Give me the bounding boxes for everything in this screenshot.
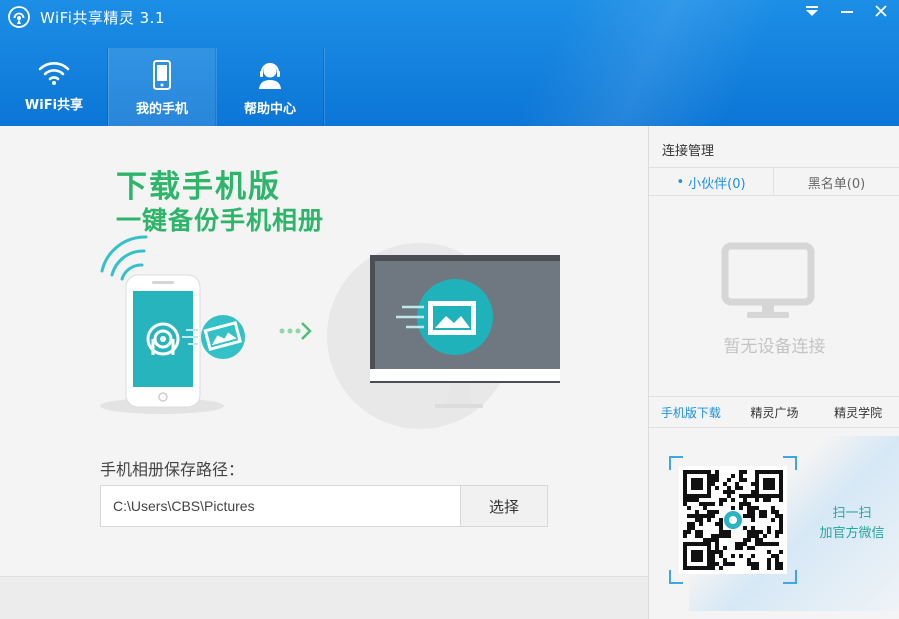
nav-label-my-phone: 我的手机	[135, 102, 188, 117]
connection-panel: 连接管理 小伙伴(0) 黑名单(0) 暂无设备连接 手机版下载 精灵广场 精灵学…	[648, 126, 899, 619]
phone-illustration	[125, 274, 201, 408]
promo-title: 下载手机版	[116, 169, 281, 205]
qr-caption-line2: 加官方微信	[819, 526, 885, 541]
nav-item-my-phone[interactable]: 我的手机	[108, 48, 216, 126]
nav-label-wifi-share: WiFi共享	[24, 98, 84, 113]
support-agent-icon	[259, 63, 281, 89]
main-nav: WiFi共享 我的手机 帮助中心	[0, 48, 324, 126]
app-title: WiFi共享精灵 3.1	[40, 9, 165, 27]
save-path-label: 手机相册保存路径：	[100, 460, 245, 479]
nav-separator	[323, 48, 324, 126]
link-mobile-download[interactable]: 手机版下载	[649, 397, 733, 427]
close-icon	[875, 5, 887, 17]
qr-code-frame	[669, 456, 797, 584]
select-folder-button[interactable]: 选择	[460, 485, 548, 527]
side-links: 手机版下载 精灵广场 精灵学院	[649, 396, 899, 428]
minimize-icon	[841, 11, 853, 13]
save-path-input[interactable]: C:\Users\CBS\Pictures	[100, 485, 461, 527]
phone-icon	[153, 60, 171, 90]
tab-blacklist[interactable]: 黑名单(0)	[774, 168, 899, 196]
wifi-signal-icon	[100, 235, 148, 281]
minimize-button[interactable]	[830, 0, 864, 22]
dropdown-menu-icon	[806, 6, 818, 16]
connection-tabs: 小伙伴(0) 黑名单(0)	[649, 168, 899, 196]
no-device-text: 暂无设备连接	[723, 337, 826, 357]
nav-item-help-center[interactable]: 帮助中心	[216, 48, 324, 126]
qr-code-icon	[683, 470, 783, 570]
close-button[interactable]	[864, 0, 898, 22]
wifi-icon	[38, 62, 70, 85]
qr-caption-line1: 扫一扫	[832, 506, 872, 521]
main-panel: 下载手机版 一键备份手机相册 手机相册保存路径： C:\Users\CBS\Pi…	[0, 126, 648, 619]
monitor-icon	[721, 242, 815, 318]
nav-label-help-center: 帮助中心	[243, 102, 296, 117]
qr-caption: 扫一扫 加官方微信	[807, 504, 897, 544]
title-bar[interactable]: WiFi共享精灵 3.1	[0, 0, 899, 34]
nav-item-wifi-share[interactable]: WiFi共享	[0, 48, 108, 126]
link-square[interactable]: 精灵广场	[733, 397, 817, 427]
tab-partners[interactable]: 小伙伴(0)	[649, 168, 774, 196]
backup-illustration	[100, 235, 560, 429]
transfer-arrow-icon	[279, 322, 312, 340]
wifi-broadcast-icon	[8, 6, 30, 28]
empty-device-area: 暂无设备连接	[649, 196, 899, 396]
connection-panel-title: 连接管理	[649, 126, 899, 168]
qr-code-box	[679, 466, 787, 574]
dropdown-menu-button[interactable]	[795, 0, 829, 22]
link-academy[interactable]: 精灵学院	[816, 397, 899, 427]
app-header: WiFi共享精灵 3.1 WiFi共享 我的手机 帮助中心	[0, 0, 899, 126]
status-footer	[0, 576, 648, 619]
